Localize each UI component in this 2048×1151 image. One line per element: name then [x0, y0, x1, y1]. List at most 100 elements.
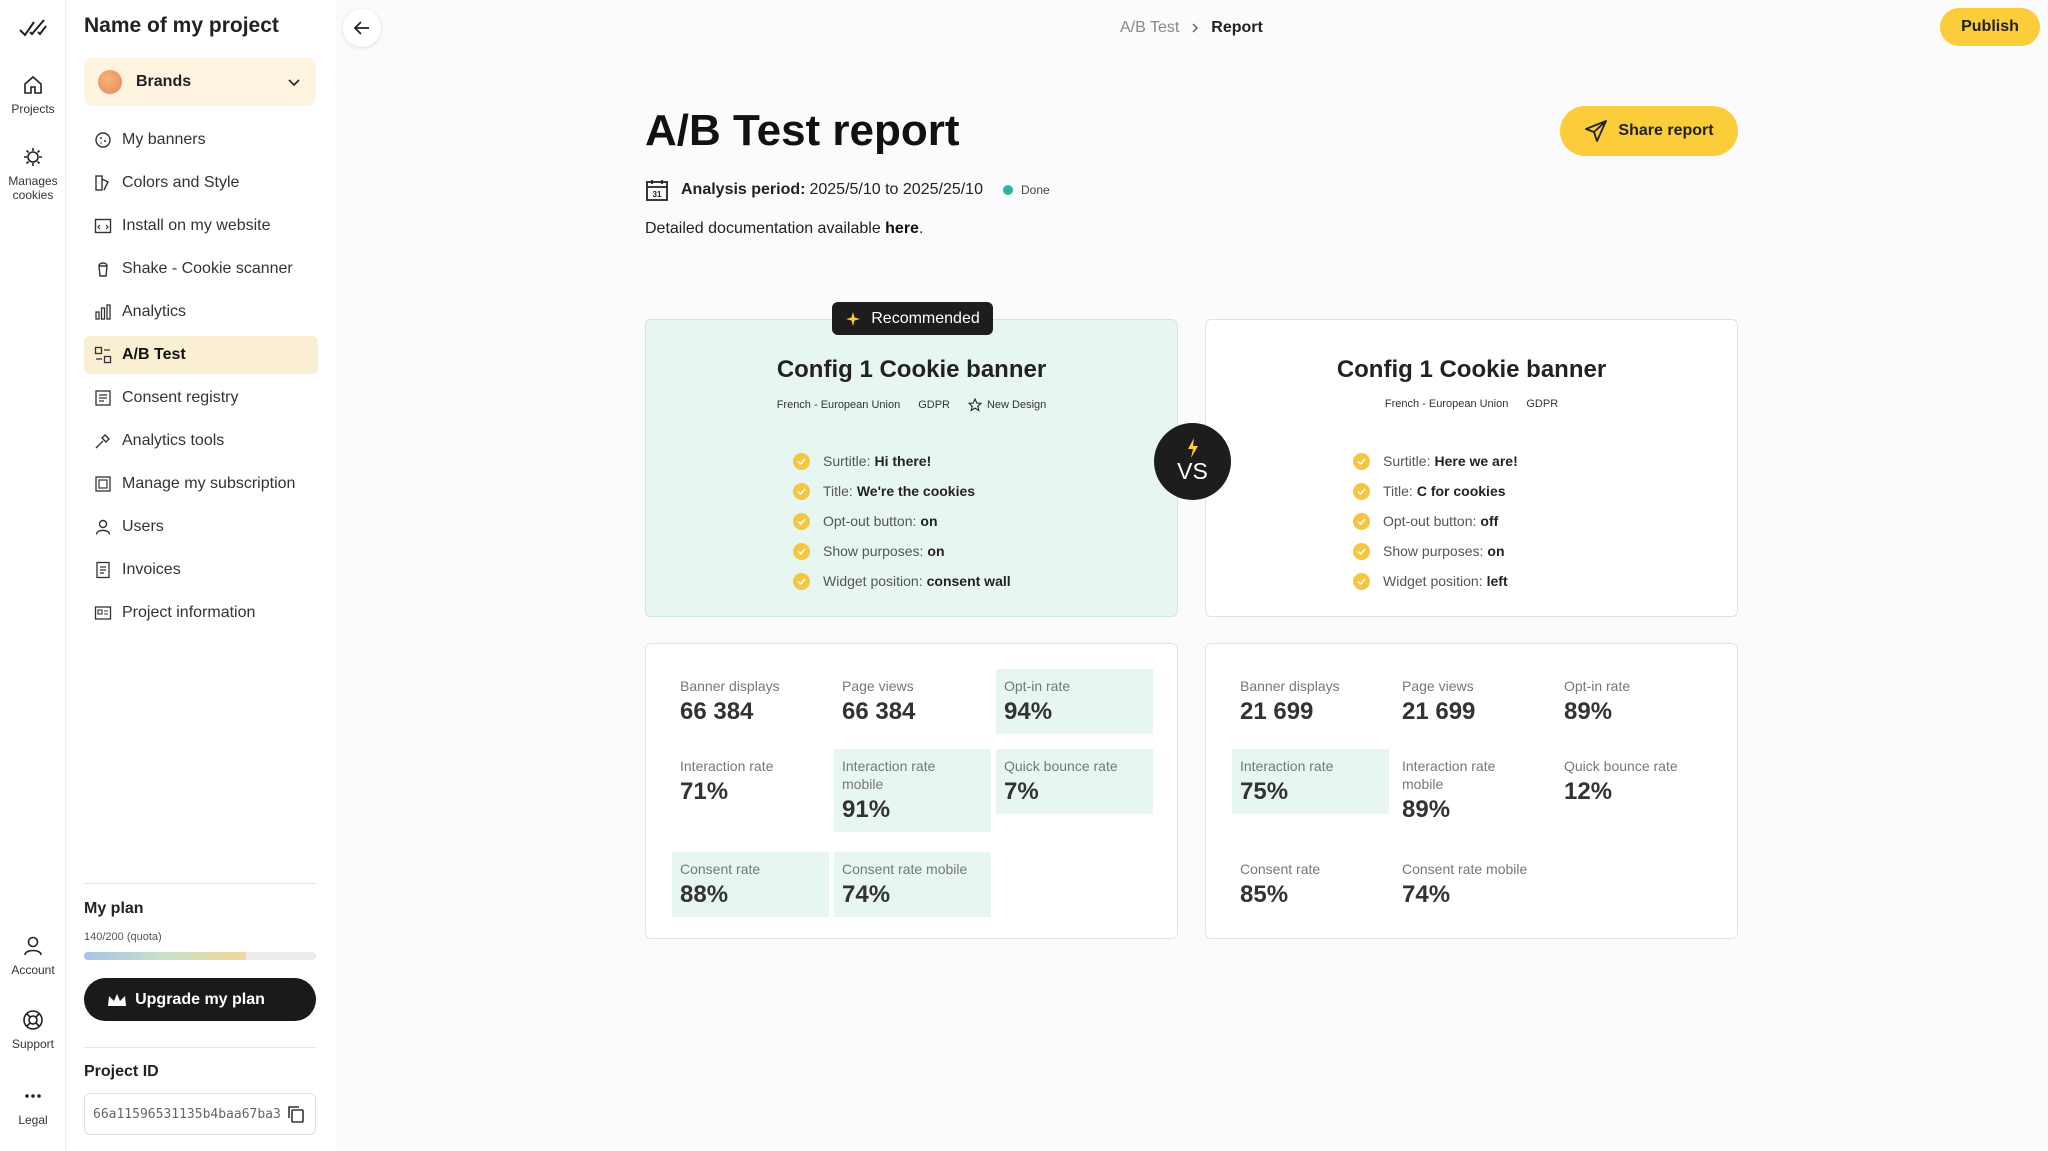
- sidebar-item-users[interactable]: Users: [84, 508, 318, 546]
- brand-dropdown[interactable]: Brands: [84, 58, 316, 106]
- check-icon: [793, 482, 810, 500]
- back-button[interactable]: [343, 9, 381, 47]
- metric-label: Interaction rate: [1240, 758, 1334, 774]
- sidebar-nav: My banners Colors and Style Install on m…: [84, 121, 318, 637]
- metric-consent-rate: Consent rate 85%: [1232, 852, 1389, 917]
- metrics-card-a: Banner displays 66 384 Page views 66 384 O…: [645, 643, 1178, 939]
- setting-value: Here we are!: [1434, 453, 1518, 469]
- sidebar-item-ab-test[interactable]: A/B Test: [84, 336, 318, 374]
- svg-text:31: 31: [653, 190, 662, 199]
- sidebar-item-label: My banners: [122, 131, 206, 148]
- project-id-field[interactable]: 66a11596531135b4baa67ba3: [84, 1093, 316, 1135]
- more-icon: [25, 1094, 41, 1098]
- config-tag: GDPR: [918, 399, 950, 411]
- config-setting-row: Opt-out button: off: [1353, 506, 1518, 536]
- metric-page-views: Page views 21 699: [1394, 669, 1551, 734]
- check-icon: [1353, 452, 1370, 470]
- config-title: Config 1 Cookie banner: [1336, 356, 1607, 383]
- plan-title: My plan: [84, 900, 144, 917]
- metric-value: 89%: [1564, 698, 1613, 725]
- sidebar-item-install[interactable]: Install on my website: [84, 207, 318, 245]
- plan-quota-fill: [84, 952, 247, 960]
- registry-icon: [95, 390, 111, 406]
- sidebar-item-project-info[interactable]: Project information: [84, 594, 318, 632]
- home-icon: [24, 75, 42, 94]
- metric-value: 88%: [680, 881, 729, 908]
- metric-consent-rate-mobile: Consent rate mobile 74%: [1394, 852, 1551, 917]
- setting-value: We're the cookies: [856, 483, 976, 499]
- sidebar-item-label: Project information: [122, 604, 256, 621]
- metric-label: Banner displays: [680, 678, 780, 694]
- sidebar-item-subscription[interactable]: Manage my subscription: [84, 465, 318, 503]
- sidebar-item-consent-registry[interactable]: Consent registry: [84, 379, 318, 417]
- brand-label: Brands: [136, 73, 192, 90]
- metric-value: 74%: [842, 881, 891, 908]
- publish-button[interactable]: Publish: [1940, 8, 2040, 46]
- sidebar-item-colors-style[interactable]: Colors and Style: [84, 164, 318, 202]
- sidebar-item-label: Shake - Cookie scanner: [122, 260, 293, 277]
- sidebar: Name of my project Brands My banners Col…: [66, 0, 336, 1151]
- setting-label: Opt-out button:: [823, 513, 917, 529]
- rail-projects[interactable]: Projects: [0, 74, 66, 116]
- breadcrumb-parent[interactable]: A/B Test: [1120, 19, 1179, 37]
- sidebar-item-analytics[interactable]: Analytics: [84, 293, 318, 331]
- sidebar-item-analytics-tools[interactable]: Analytics tools: [84, 422, 318, 460]
- cookie-icon: [95, 132, 111, 148]
- send-icon: [1585, 120, 1608, 142]
- metric-value: 21 699: [1240, 698, 1314, 725]
- new-design-tag: New Design: [967, 398, 1046, 412]
- config-settings: Surtitle: Hi there! Title: We're the cooki…: [793, 446, 1011, 596]
- setting-value: Hi there!: [874, 453, 932, 469]
- metric-value: 7%: [1004, 778, 1039, 805]
- icon-rail: Projects Manages cookies Account Support…: [0, 0, 66, 1151]
- metric-label: Quick bounce rate: [1004, 758, 1118, 774]
- metric-banner-displays: Banner displays 66 384: [672, 669, 829, 734]
- code-window-icon: [94, 218, 112, 234]
- rail-label: Legal: [18, 1113, 48, 1127]
- divider: [84, 883, 316, 884]
- lightning-icon: [1187, 438, 1198, 458]
- setting-value: C for cookies: [1416, 483, 1506, 499]
- metric-label: Banner displays: [1240, 678, 1340, 694]
- config-setting-row: Surtitle: Here we are!: [1353, 446, 1518, 476]
- rail-manages-cookies[interactable]: Manages cookies: [0, 146, 66, 202]
- tools-icon: [95, 434, 110, 449]
- sidebar-item-invoices[interactable]: Invoices: [84, 551, 318, 589]
- cookie-settings-icon: [24, 148, 42, 166]
- config-tag: GDPR: [1526, 398, 1559, 410]
- share-report-button[interactable]: Share report: [1560, 106, 1738, 156]
- palette-icon: [95, 175, 109, 191]
- docs-link[interactable]: here: [885, 220, 919, 237]
- recommended-badge: Recommended: [832, 302, 993, 335]
- arrow-left-icon: [353, 21, 369, 35]
- setting-label: Show purposes:: [823, 543, 924, 559]
- metric-label: Interaction rate mobile: [1402, 758, 1496, 792]
- metric-label: Page views: [1402, 678, 1474, 694]
- config-tags: French - European Union GDPR: [1206, 398, 1737, 410]
- vs-label: VS: [1177, 458, 1208, 484]
- chevron-down-icon: [288, 79, 300, 87]
- sidebar-item-my-banners[interactable]: My banners: [84, 121, 318, 159]
- metric-value: 85%: [1240, 881, 1289, 908]
- upgrade-plan-button[interactable]: Upgrade my plan: [84, 978, 316, 1021]
- copy-icon[interactable]: [285, 1103, 307, 1125]
- setting-label: Surtitle:: [823, 453, 871, 469]
- setting-value: on: [1487, 543, 1505, 559]
- sidebar-item-label: Users: [122, 518, 164, 535]
- rail-label: Account: [11, 963, 55, 977]
- share-report-label: Share report: [1618, 122, 1714, 139]
- crown-icon: [108, 993, 126, 1006]
- metric-value: 74%: [1402, 881, 1451, 908]
- config-setting-row: Widget position: consent wall: [793, 566, 1011, 596]
- metric-banner-displays: Banner displays 21 699: [1232, 669, 1389, 734]
- config-setting-row: Surtitle: Hi there!: [793, 446, 1011, 476]
- sidebar-item-cookie-scanner[interactable]: Shake - Cookie scanner: [84, 250, 318, 288]
- rail-support[interactable]: Support: [0, 1009, 66, 1051]
- rail-account[interactable]: Account: [0, 935, 66, 977]
- support-icon: [23, 1010, 43, 1030]
- check-icon: [793, 572, 810, 590]
- config-setting-row: Title: We're the cookies: [793, 476, 1011, 506]
- metric-label: Consent rate: [1240, 861, 1321, 877]
- rail-legal[interactable]: Legal: [0, 1085, 66, 1127]
- shaker-icon: [98, 262, 108, 277]
